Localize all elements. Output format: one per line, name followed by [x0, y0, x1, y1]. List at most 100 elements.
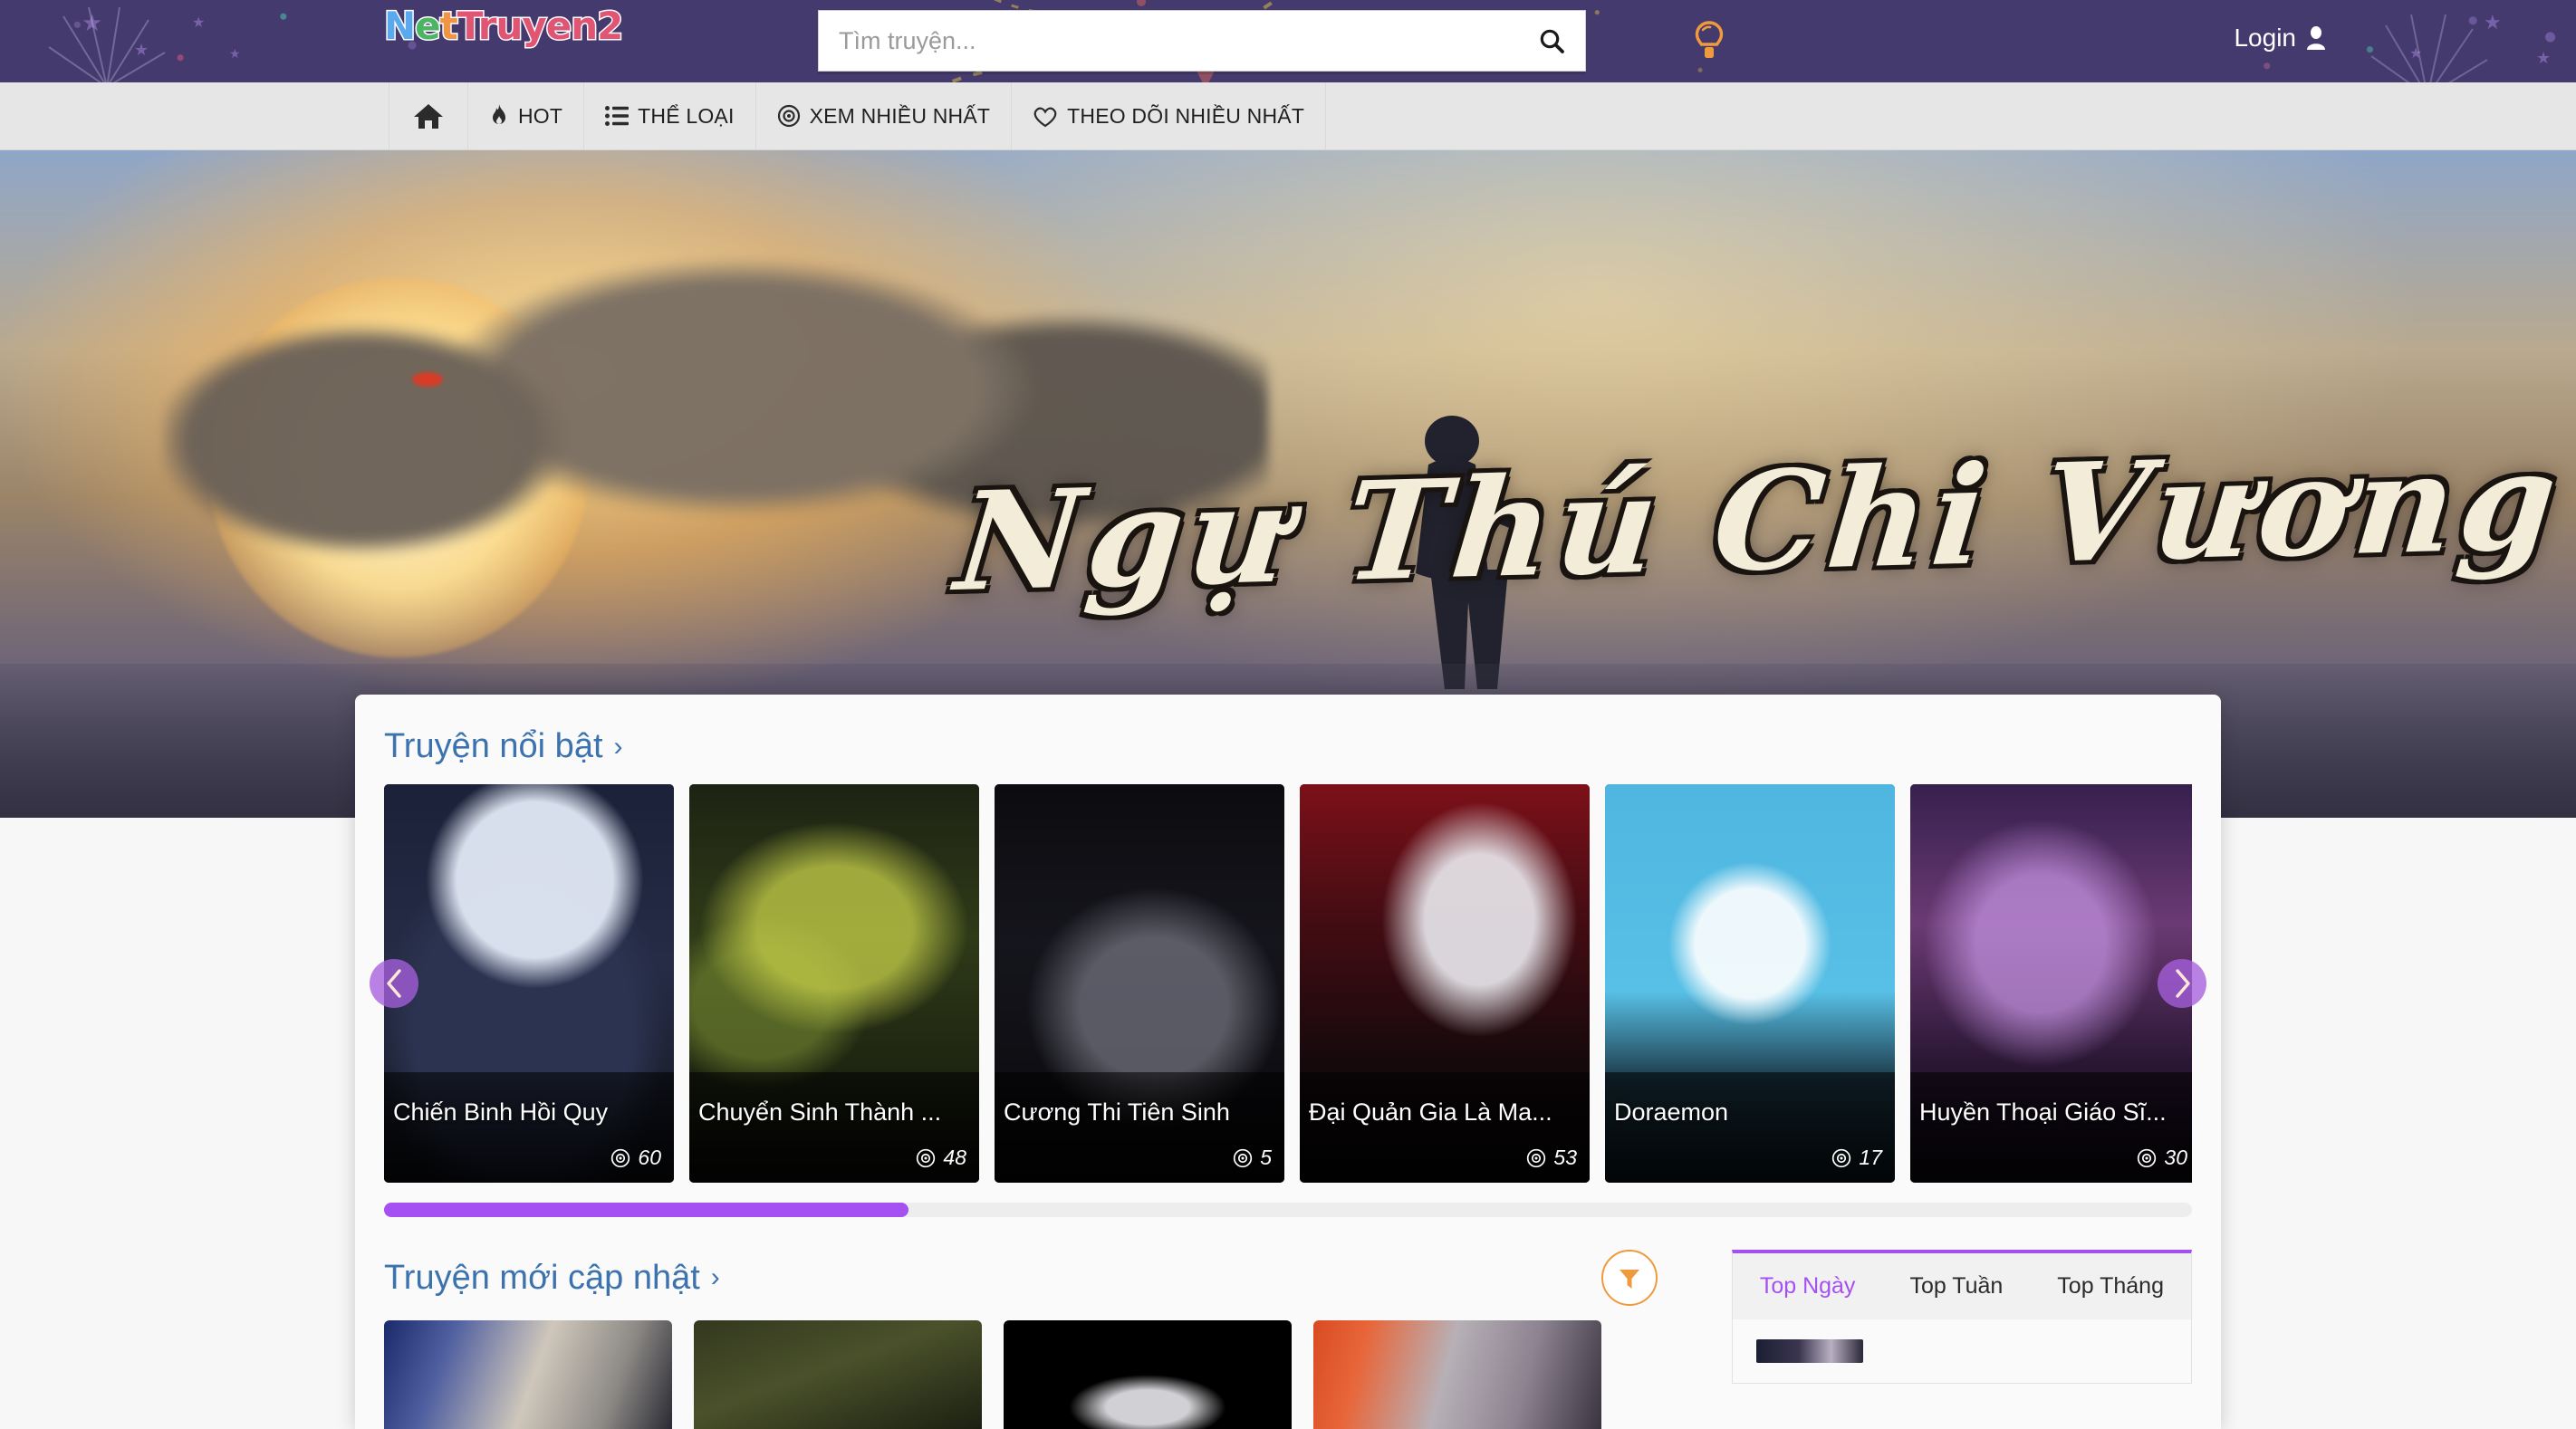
logo-letter-n: N — [382, 4, 417, 48]
nav-label-theo-doi-nhieu-nhat: THEO DÕI NHIỀU NHẤT — [1067, 103, 1305, 128]
heart-icon — [1033, 107, 1057, 127]
filter-button[interactable] — [1600, 1250, 1658, 1306]
card-view-number: 60 — [638, 1146, 661, 1169]
firework-decoration — [48, 6, 166, 82]
logo-word-truyen2: Truyen2 — [456, 4, 625, 48]
latest-section-title-link[interactable]: Truyện mới cập nhật › — [384, 1259, 720, 1298]
card-view-number: 17 — [1859, 1146, 1882, 1169]
theme-toggle-button[interactable] — [1687, 18, 1732, 65]
home-icon — [414, 104, 443, 129]
list-icon — [605, 106, 630, 126]
top-ranking-thumbnail[interactable] — [1755, 1339, 1863, 1363]
nav-item-home[interactable] — [389, 82, 468, 149]
user-icon — [2307, 26, 2325, 50]
latest-card[interactable] — [1313, 1320, 1601, 1429]
nav-item-hot[interactable]: HOT — [468, 82, 585, 149]
chevron-right-icon — [2176, 969, 2190, 998]
featured-card[interactable]: Doraemon 17 — [1605, 784, 1895, 1183]
star-decoration: ★ — [229, 46, 241, 61]
chevron-right-icon: › — [613, 731, 623, 762]
nav-label-hot: HOT — [518, 103, 563, 128]
card-title: Chuyển Sinh Thành ... — [698, 1098, 942, 1126]
card-view-count: 53 — [1526, 1146, 1577, 1170]
carousel-next-button[interactable] — [2158, 959, 2206, 1008]
card-view-count: 17 — [1831, 1146, 1882, 1170]
logo-letter-e: e — [414, 4, 442, 48]
card-view-count: 5 — [1233, 1146, 1272, 1170]
site-logo[interactable]: NetTruyen2 — [382, 4, 625, 48]
search-button[interactable] — [1518, 11, 1585, 71]
top-ranking-box: Top Ngày Top Tuần Top Tháng — [1731, 1250, 2192, 1384]
nav-item-theo-doi-nhieu-nhat[interactable]: THEO DÕI NHIỀU NHẤT — [1012, 82, 1327, 149]
content-panel: Truyện nổi bật › Chiến Binh Hồi Quy 60 C… — [355, 695, 2221, 1429]
featured-card[interactable]: Cương Thi Tiên Sinh 5 — [995, 784, 1284, 1183]
featured-section-header: Truyện nổi bật › — [355, 695, 2221, 784]
filter-funnel-icon — [1619, 1270, 1639, 1289]
featured-card[interactable]: Chiến Binh Hồi Quy 60 — [384, 784, 674, 1183]
login-button[interactable]: Login — [2234, 24, 2326, 53]
site-header: ★ ★ ★ ★ ★ ★ ★ NetTruyen2 Tìm truyện... L… — [0, 0, 2576, 82]
login-label: Login — [2234, 24, 2296, 52]
latest-card[interactable] — [1004, 1320, 1292, 1429]
card-view-number: 30 — [2164, 1146, 2187, 1169]
search-icon — [1540, 29, 1564, 53]
firework-decoration — [2370, 14, 2488, 82]
nav-label-xem-nhieu-nhat: XEM NHIỀU NHẤT — [809, 103, 991, 128]
card-title: Cương Thi Tiên Sinh — [1004, 1098, 1230, 1126]
eye-icon — [1234, 1148, 1253, 1167]
eye-icon — [611, 1148, 630, 1167]
search-input[interactable] — [819, 26, 1518, 55]
top-ranking-column: Top Ngày Top Tuần Top Tháng — [1731, 1250, 2192, 1429]
chevron-right-icon: › — [710, 1262, 720, 1292]
hero-wolf-eye-decoration — [412, 372, 443, 387]
featured-carousel[interactable]: Chiến Binh Hồi Quy 60 Chuyển Sinh Thành … — [355, 784, 2221, 1183]
tab-top-ngay[interactable]: Top Ngày — [1733, 1253, 1883, 1319]
lower-section: Truyện mới cập nhật › Top Ngày Top Tuần … — [355, 1250, 2221, 1429]
chevron-left-icon — [387, 969, 401, 998]
card-view-number: 53 — [1553, 1146, 1577, 1169]
main-navigation: HOT THỂ LOẠI XEM NHIỀU NHẤT THEO DÕI NHI… — [0, 82, 2576, 150]
hero-wolf-artwork — [163, 214, 1268, 648]
featured-card[interactable]: Huyền Thoại Giáo Sĩ... 30 — [1910, 784, 2192, 1183]
card-view-count: 48 — [916, 1146, 966, 1170]
nav-label-the-loai: THỂ LOẠI — [638, 103, 735, 128]
card-view-count: 60 — [610, 1146, 661, 1170]
featured-card-list: Chiến Binh Hồi Quy 60 Chuyển Sinh Thành … — [384, 784, 2192, 1183]
latest-card-list — [384, 1320, 1699, 1429]
eye-icon — [2138, 1148, 2157, 1167]
eye-icon — [1527, 1148, 1546, 1167]
star-decoration: ★ — [192, 15, 206, 31]
eye-icon — [917, 1148, 936, 1167]
latest-section-header: Truyện mới cập nhật › — [384, 1250, 1699, 1306]
star-decoration: ★ — [2409, 46, 2423, 62]
card-title: Doraemon — [1614, 1098, 1729, 1126]
card-title: Huyền Thoại Giáo Sĩ... — [1919, 1098, 2167, 1126]
star-decoration: ★ — [2536, 49, 2552, 67]
carousel-scrollbar[interactable] — [384, 1203, 2192, 1217]
top-ranking-body — [1732, 1319, 2191, 1383]
star-decoration: ★ — [134, 41, 149, 59]
tab-top-thang[interactable]: Top Tháng — [2030, 1253, 2191, 1319]
nav-item-xem-nhieu-nhat[interactable]: XEM NHIỀU NHẤT — [756, 82, 1013, 149]
flame-icon — [493, 104, 505, 124]
nav-item-the-loai[interactable]: THỂ LOẠI — [584, 82, 756, 149]
lightbulb-icon — [1695, 21, 1724, 58]
latest-section-title: Truyện mới cập nhật — [384, 1258, 700, 1297]
card-title: Đại Quản Gia Là Ma... — [1309, 1098, 1552, 1126]
card-title: Chiến Binh Hồi Quy — [393, 1098, 609, 1126]
carousel-prev-button[interactable] — [370, 959, 418, 1008]
eye-icon — [777, 104, 800, 128]
featured-card[interactable]: Đại Quản Gia Là Ma... 53 — [1300, 784, 1590, 1183]
card-view-number: 48 — [943, 1146, 966, 1169]
featured-card[interactable]: Chuyển Sinh Thành ... 48 — [689, 784, 979, 1183]
star-decoration: ★ — [82, 9, 103, 36]
top-ranking-tabs: Top Ngày Top Tuần Top Tháng — [1732, 1253, 2191, 1319]
latest-updates-column: Truyện mới cập nhật › — [384, 1250, 1699, 1429]
carousel-scrollbar-thumb[interactable] — [384, 1203, 908, 1217]
featured-section-title-link[interactable]: Truyện nổi bật › — [384, 727, 623, 766]
latest-card[interactable] — [694, 1320, 982, 1429]
search-bar[interactable] — [818, 10, 1586, 72]
card-view-count: 30 — [2137, 1146, 2187, 1170]
latest-card[interactable] — [384, 1320, 672, 1429]
tab-top-tuan[interactable]: Top Tuần — [1882, 1253, 2030, 1319]
